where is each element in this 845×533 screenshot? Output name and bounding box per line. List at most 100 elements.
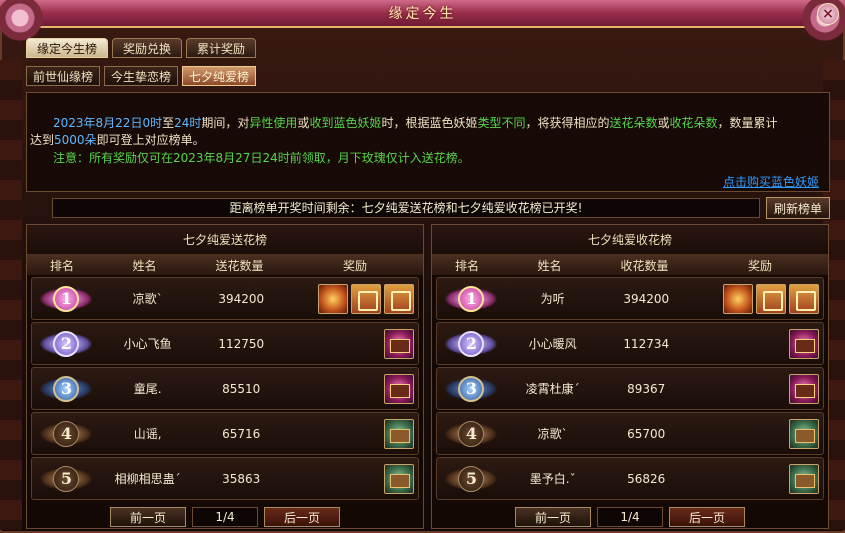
player-name: 墨予白.ˇ bbox=[529, 472, 576, 486]
rank-badge-icon: 2 bbox=[40, 326, 93, 362]
rank-badge-icon: 4 bbox=[40, 416, 93, 452]
reward-cell bbox=[288, 373, 418, 404]
rank-cell: 3 bbox=[437, 371, 506, 407]
table-row: 3 凌霄杜康ˊ 89367 bbox=[436, 367, 824, 410]
column-headers: 排名 姓名 收花数量 奖励 bbox=[432, 255, 828, 275]
rank-cell: 5 bbox=[32, 461, 101, 497]
info-text: 期间，对 bbox=[201, 116, 250, 130]
rank-cell: 3 bbox=[32, 371, 101, 407]
prev-page-button[interactable]: 前一页 bbox=[110, 507, 186, 527]
col-reward: 奖励 bbox=[342, 258, 367, 273]
info-notice: 注意：所有奖励仅可在2023年8月27日24时前领取，月下玫瑰仅计入送花榜。 bbox=[53, 151, 470, 165]
seal-icon[interactable] bbox=[351, 283, 381, 314]
info-line-2: 达到5000朵即可登上对应榜单。 bbox=[30, 132, 205, 149]
flower-count: 56826 bbox=[627, 471, 666, 486]
reward-cell bbox=[693, 463, 823, 494]
reward-cell bbox=[288, 283, 418, 314]
box-gold-icon[interactable] bbox=[723, 283, 753, 314]
box-gold-icon[interactable] bbox=[318, 283, 348, 314]
event-info-panel: 2023年8月22日0时至24时期间，对异性使用或收到蓝色妖姬时，根据蓝色妖姬类… bbox=[26, 92, 830, 192]
close-button[interactable]: × bbox=[817, 3, 839, 25]
col-name: 姓名 bbox=[132, 258, 157, 273]
reward-cell bbox=[288, 328, 418, 359]
col-rank: 排名 bbox=[49, 258, 74, 273]
info-end-time: 24时 bbox=[174, 116, 202, 130]
seal-icon[interactable] bbox=[789, 283, 819, 314]
seal-icon[interactable] bbox=[384, 283, 414, 314]
table-row: 1 凉歌` 394200 bbox=[31, 277, 419, 320]
rank-rows: 1 为听 394200 2 小心暖风 112734 3 凌霄杜康ˊ 89367 4 凉歌` 65700… bbox=[432, 275, 828, 500]
board-title: 七夕纯爱收花榜 bbox=[432, 225, 828, 255]
chest-green-icon[interactable] bbox=[789, 418, 819, 449]
page-indicator: 1/4 bbox=[192, 507, 258, 527]
col-count: 送花数量 bbox=[215, 258, 264, 273]
info-threshold: 5000朵 bbox=[54, 133, 97, 147]
chest-purple-icon[interactable] bbox=[789, 373, 819, 404]
left-side-decoration bbox=[0, 60, 22, 530]
player-name: 为听 bbox=[540, 292, 565, 306]
col-count: 收花数量 bbox=[620, 258, 669, 273]
info-line-1: 2023年8月22日0时至24时期间，对异性使用或收到蓝色妖姬时，根据蓝色妖姬类… bbox=[53, 115, 778, 132]
rank-number: 1 bbox=[53, 285, 80, 312]
page-indicator: 1/4 bbox=[597, 507, 663, 527]
info-highlight: 收花朵数 bbox=[669, 116, 718, 130]
rank-badge-icon: 1 bbox=[40, 281, 93, 317]
player-name: 凉歌` bbox=[537, 427, 568, 441]
rank-rows: 1 凉歌` 394200 2 小心飞鱼 112750 3 童尾. 85510 4 山谣, 65716 5… bbox=[27, 275, 423, 500]
chest-green-icon[interactable] bbox=[384, 418, 414, 449]
tab-past-life-rank[interactable]: 前世仙缘榜 bbox=[26, 66, 101, 86]
rank-number: 5 bbox=[53, 465, 80, 492]
chest-green-icon[interactable] bbox=[789, 463, 819, 494]
info-text: ，将获得相应的 bbox=[525, 116, 610, 130]
flower-count: 112734 bbox=[623, 336, 670, 351]
info-text: ，数量累计 bbox=[717, 116, 778, 130]
tab-qixi-rank[interactable]: 七夕纯爱榜 bbox=[182, 66, 257, 86]
window-title: 缘定今生 bbox=[388, 6, 457, 22]
buy-blue-rose-link[interactable]: 点击购买蓝色妖姬 bbox=[723, 173, 819, 190]
tab-yuanding-rank[interactable]: 缘定今生榜 bbox=[26, 38, 109, 58]
flower-count: 89367 bbox=[627, 381, 666, 396]
rank-cell: 4 bbox=[437, 416, 506, 452]
tab-this-life-rank[interactable]: 今生挚恋榜 bbox=[104, 66, 179, 86]
rank-badge-icon: 5 bbox=[445, 461, 498, 497]
table-row: 5 墨予白.ˇ 56826 bbox=[436, 457, 824, 500]
next-page-button[interactable]: 后一页 bbox=[264, 507, 340, 527]
reward-cell bbox=[288, 463, 418, 494]
chest-purple-icon[interactable] bbox=[789, 328, 819, 359]
table-row: 1 为听 394200 bbox=[436, 277, 824, 320]
player-name: 相柳相思蛊ˊ bbox=[114, 472, 181, 486]
player-name: 凌霄杜康ˊ bbox=[525, 382, 580, 396]
chest-purple-icon[interactable] bbox=[384, 373, 414, 404]
reward-cell bbox=[693, 373, 823, 404]
tab-reward-exchange[interactable]: 奖励兑换 bbox=[112, 38, 183, 58]
next-page-button[interactable]: 后一页 bbox=[669, 507, 745, 527]
primary-tabs: 缘定今生榜 奖励兑换 累计奖励 bbox=[26, 38, 257, 58]
prev-page-button[interactable]: 前一页 bbox=[515, 507, 591, 527]
col-reward: 奖励 bbox=[747, 258, 772, 273]
rank-cell: 1 bbox=[437, 281, 506, 317]
rank-badge-icon: 5 bbox=[40, 461, 93, 497]
rank-badge-icon: 2 bbox=[445, 326, 498, 362]
reward-cell bbox=[693, 283, 823, 314]
reward-cell bbox=[288, 418, 418, 449]
flower-count: 65700 bbox=[627, 426, 666, 441]
chest-purple-icon[interactable] bbox=[384, 328, 414, 359]
board-title: 七夕纯爱送花榜 bbox=[27, 225, 423, 255]
info-highlight: 异性使用 bbox=[249, 116, 298, 130]
rank-badge-icon: 3 bbox=[445, 371, 498, 407]
title-bar: 缘定今生 bbox=[0, 0, 845, 28]
countdown-text: 距离榜单开奖时间剩余：七夕纯爱送花榜和七夕纯爱收花榜已开奖! bbox=[52, 198, 760, 218]
rank-cell: 5 bbox=[437, 461, 506, 497]
reward-cell bbox=[693, 418, 823, 449]
close-icon: × bbox=[822, 6, 834, 22]
refresh-rank-button[interactable]: 刷新榜单 bbox=[766, 197, 830, 219]
rank-number: 4 bbox=[458, 420, 485, 447]
tab-cumulative-reward[interactable]: 累计奖励 bbox=[186, 38, 257, 58]
col-name: 姓名 bbox=[537, 258, 562, 273]
player-name: 小心暖风 bbox=[528, 337, 577, 351]
chest-green-icon[interactable] bbox=[384, 463, 414, 494]
seal-icon[interactable] bbox=[756, 283, 786, 314]
table-row: 3 童尾. 85510 bbox=[31, 367, 419, 410]
rank-cell: 2 bbox=[437, 326, 506, 362]
rank-number: 1 bbox=[458, 285, 485, 312]
